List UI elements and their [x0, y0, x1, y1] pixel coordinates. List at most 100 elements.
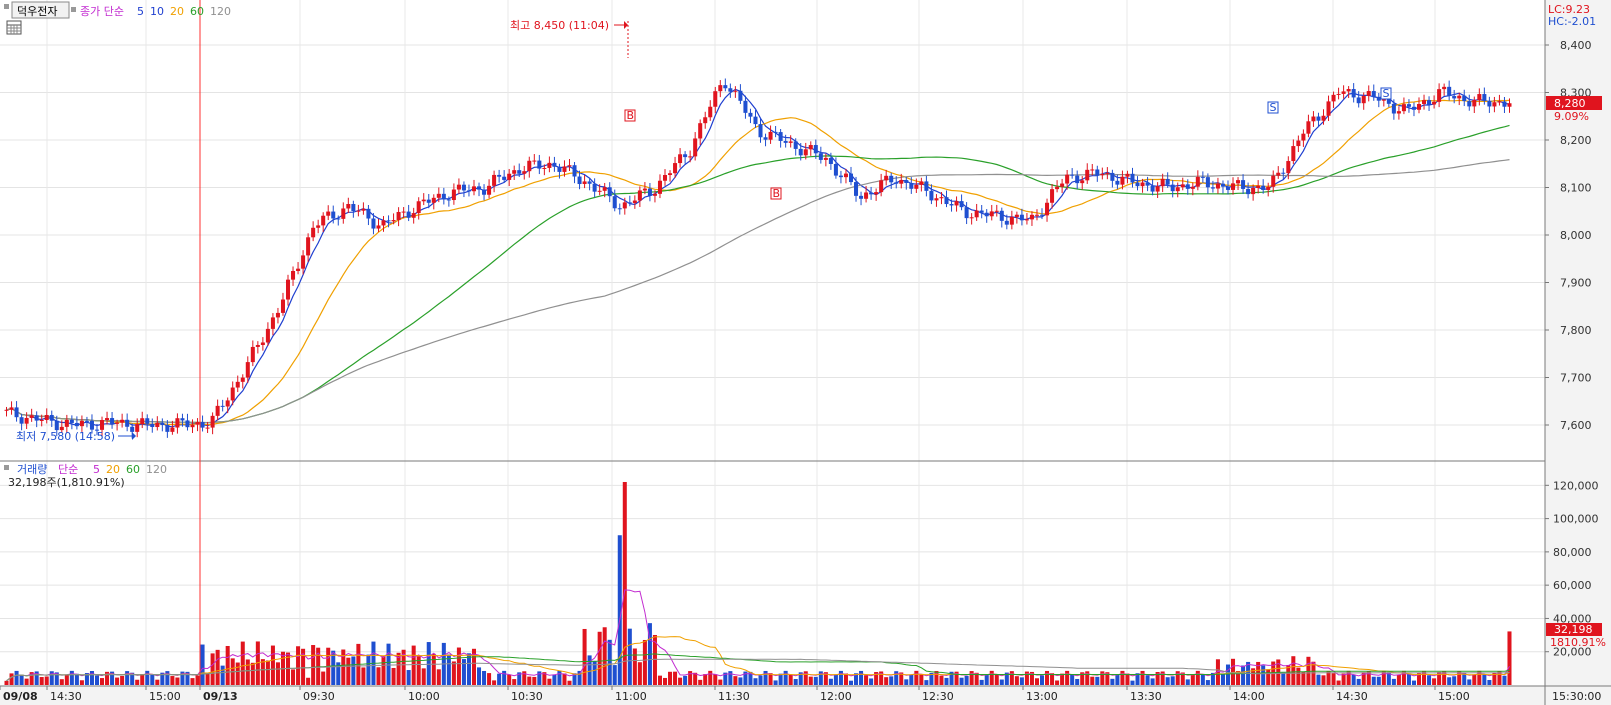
ma-legend-60: 60: [190, 5, 204, 18]
volume-bar: [1432, 678, 1437, 685]
volume-bar: [341, 649, 346, 685]
candle-body: [401, 211, 406, 213]
candle-body: [1195, 176, 1200, 187]
candle-body: [125, 419, 130, 427]
candle-body: [1009, 216, 1014, 225]
candle-body: [1502, 101, 1507, 107]
candle-body: [431, 197, 436, 203]
volume-bar: [1075, 678, 1080, 685]
volume-legend-title[interactable]: 거래량: [17, 463, 47, 476]
time-tick-label: 14:30: [50, 690, 82, 703]
volume-bar: [331, 650, 336, 685]
stock-name-button[interactable]: 덕우전자: [11, 1, 70, 19]
candle-body: [944, 197, 949, 205]
candle-body: [255, 344, 260, 347]
volume-bar: [1321, 675, 1326, 685]
candle-body: [331, 211, 336, 219]
candle-body: [567, 165, 572, 167]
volume-bar: [833, 674, 838, 685]
candle-body: [502, 176, 507, 180]
candle-body: [1165, 178, 1170, 185]
volume-bar: [507, 674, 512, 685]
candle-body: [1281, 172, 1286, 174]
candle-body: [150, 423, 155, 428]
candle-body: [974, 210, 979, 218]
candle-body: [477, 186, 482, 190]
candle-body: [1065, 174, 1070, 184]
volume-bar: [632, 648, 637, 685]
volume-bar: [381, 656, 386, 685]
candle-body: [306, 237, 311, 256]
volume-bar: [1140, 670, 1145, 685]
price-tick-label: 8,400: [1560, 39, 1592, 52]
candle-body: [1039, 214, 1045, 216]
volume-ma-legend-5: 5: [93, 463, 100, 476]
candle-body: [1200, 176, 1205, 178]
candle-body: [1467, 101, 1472, 107]
candle-body: [1210, 187, 1215, 189]
candle-body: [1391, 103, 1396, 114]
volume-bar: [466, 653, 471, 685]
volume-bar: [848, 680, 854, 685]
volume-bar: [1110, 678, 1115, 685]
candle-body: [175, 418, 180, 428]
chart-background: [0, 0, 1611, 705]
price-tick-label: 7,700: [1560, 372, 1592, 385]
volume-bar: [1241, 665, 1246, 685]
candle-body: [346, 203, 351, 209]
volume-bar: [1281, 672, 1286, 685]
price-ma-legend-label[interactable]: 종가 단순: [80, 5, 124, 18]
volume-bar: [140, 674, 145, 685]
volume-bar: [1452, 676, 1457, 685]
candle-body: [1331, 94, 1336, 102]
candle-body: [662, 175, 668, 181]
candle-body: [250, 346, 255, 363]
volume-legend-prefix[interactable]: 단순: [58, 463, 78, 476]
volume-bar: [652, 634, 657, 685]
candle-body: [879, 180, 884, 193]
volume-bar: [1200, 673, 1205, 685]
volume-bar: [311, 645, 316, 685]
candle-body: [1366, 91, 1371, 96]
candle-body: [622, 202, 627, 209]
candle-body: [537, 160, 542, 169]
candle-body: [1225, 186, 1231, 190]
candle-body: [301, 255, 306, 269]
candle-body: [441, 193, 446, 200]
volume-bar: [979, 679, 984, 685]
volume-bar: [713, 674, 718, 685]
volume-bar: [1019, 677, 1024, 685]
candle-body: [1045, 202, 1050, 216]
candle-body: [456, 184, 461, 190]
price-tick-label: 7,900: [1560, 277, 1592, 290]
candle-body: [1442, 86, 1447, 90]
candle-body: [361, 208, 366, 211]
volume-bar: [431, 653, 436, 685]
candle-body: [929, 190, 934, 201]
candle-body: [934, 198, 939, 201]
candle-body: [803, 149, 808, 156]
candle-body: [678, 154, 683, 164]
stock-chart[interactable]: BBSS 덕우전자 종가 단순 5 10 20 60 120 LC:9.23 HC:-2…: [0, 0, 1611, 705]
candle-body: [542, 167, 547, 169]
volume-bar: [1090, 676, 1095, 685]
volume-bar: [346, 657, 351, 685]
ma-legend-5: 5: [137, 5, 144, 18]
volume-bar: [557, 670, 562, 685]
volume-bar: [4, 680, 9, 685]
candle-body: [597, 190, 602, 192]
time-tick-label: 10:30: [511, 690, 543, 703]
volume-tick-label: 120,000: [1553, 479, 1599, 492]
candle-body: [200, 422, 205, 428]
calendar-icon[interactable]: [6, 20, 22, 35]
volume-bar: [296, 646, 301, 685]
candle-body: [1125, 173, 1130, 177]
volume-bar: [758, 675, 763, 685]
price-tick-label: 8,000: [1560, 229, 1592, 242]
candle-body: [381, 220, 386, 226]
candle-body: [1215, 183, 1220, 189]
candle-body: [582, 181, 587, 185]
volume-bar: [220, 665, 225, 685]
candle-body: [321, 215, 326, 226]
volume-bar: [828, 678, 833, 685]
